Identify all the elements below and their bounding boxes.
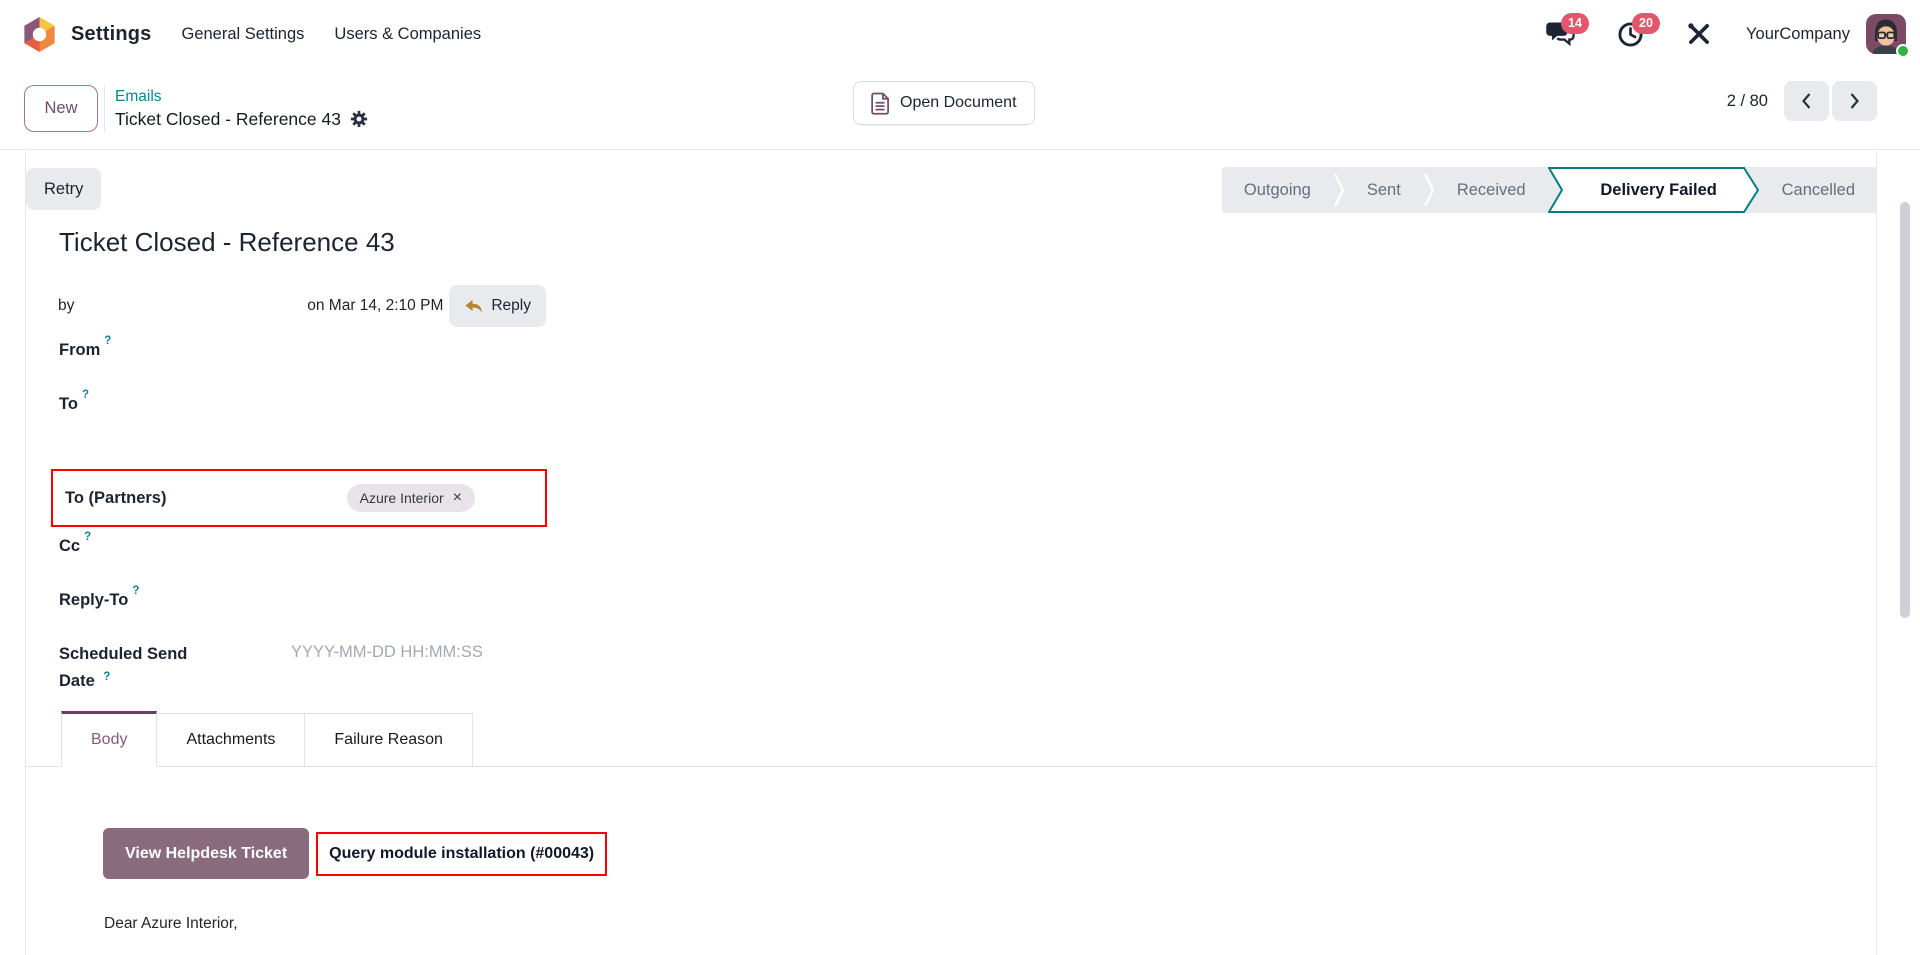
scheduled-send-label-line1: Scheduled Send <box>59 645 188 663</box>
tab-failure-reason[interactable]: Failure Reason <box>304 713 473 766</box>
activities-button[interactable]: 20 <box>1617 12 1660 48</box>
crossed-tools-icon <box>1686 21 1712 47</box>
subject-reference-highlight-box: Query module installation (#00043) <box>316 831 608 876</box>
menu-general-settings[interactable]: General Settings <box>182 25 305 44</box>
tab-attachments[interactable]: Attachments <box>156 713 306 766</box>
pager-value[interactable]: 2 / 80 <box>1727 92 1768 111</box>
message-date: on Mar 14, 2:10 PM <box>307 297 444 314</box>
help-icon[interactable]: ? <box>84 531 91 543</box>
stage-separator-icon <box>1333 173 1345 207</box>
online-status-dot <box>1896 44 1910 58</box>
breadcrumb-divider <box>104 84 105 133</box>
stage-sent[interactable]: Sent <box>1345 167 1423 213</box>
partner-tag-azure-interior[interactable]: Azure Interior × <box>346 484 475 512</box>
subject-reference-text: Query module installation (#00043) <box>329 844 595 862</box>
field-to[interactable]: To ? <box>59 389 89 414</box>
tab-body[interactable]: Body <box>61 711 158 767</box>
pager-previous-button[interactable] <box>1784 81 1829 121</box>
menu-users-companies[interactable]: Users & Companies <box>334 25 481 44</box>
partner-tag-label: Azure Interior <box>359 490 444 506</box>
control-panel: New Emails Ticket Closed - Reference 43 <box>0 68 1920 150</box>
help-icon[interactable]: ? <box>132 585 139 597</box>
odoo-logo-icon[interactable] <box>22 16 57 52</box>
field-from[interactable]: From ? <box>59 335 111 360</box>
vertical-scrollbar[interactable] <box>1900 202 1910 618</box>
breadcrumb-current-title: Ticket Closed - Reference 43 <box>115 108 341 129</box>
reply-to-label: Reply-To <box>59 591 129 609</box>
app-menu-settings[interactable]: Settings <box>71 23 152 46</box>
email-body-header: View Helpdesk Ticket Query module instal… <box>103 828 608 879</box>
stage-delivery-failed-label: Delivery Failed <box>1600 180 1717 199</box>
top-navbar: Settings General Settings Users & Compan… <box>0 0 1920 68</box>
odoo-settings-window: Settings General Settings Users & Compan… <box>0 0 1920 955</box>
breadcrumb-emails-link[interactable]: Emails <box>115 86 368 107</box>
reply-arrow-icon <box>464 298 483 315</box>
stage-cancelled[interactable]: Cancelled <box>1760 167 1877 213</box>
author-prefix: by <box>58 297 75 314</box>
help-icon[interactable]: ? <box>103 671 110 683</box>
new-button[interactable]: New <box>24 85 98 132</box>
cc-label: Cc <box>59 537 81 555</box>
notebook-tabs: Body Attachments Failure Reason <box>26 711 1876 767</box>
navbar-right: 14 20 YourCompany <box>1504 12 1910 58</box>
message-meta-row: by on Mar 14, 2:10 PM Reply <box>58 284 546 328</box>
stage-received[interactable]: Received <box>1435 167 1548 213</box>
help-icon[interactable]: ? <box>82 389 89 401</box>
to-partners-highlight-box: To (Partners) Azure Interior × <box>51 469 547 527</box>
reply-button-label: Reply <box>491 297 531 314</box>
retry-button[interactable]: Retry <box>26 168 102 210</box>
pager-next-button[interactable] <box>1832 81 1877 121</box>
view-helpdesk-ticket-button[interactable]: View Helpdesk Ticket <box>103 828 310 879</box>
stage-delivery-failed-active[interactable]: Delivery Failed <box>1547 167 1760 213</box>
stage-separator-icon <box>1423 173 1435 207</box>
help-icon[interactable]: ? <box>104 335 111 347</box>
breadcrumb: Emails Ticket Closed - Reference 43 <box>115 86 368 132</box>
form-sheet: Retry Outgoing Sent Received Delivery Fa… <box>25 151 1877 955</box>
scheduled-send-date-input[interactable] <box>291 643 571 662</box>
open-document-label: Open Document <box>900 94 1017 111</box>
activities-badge: 20 <box>1632 12 1660 34</box>
document-icon <box>871 92 890 115</box>
gear-icon[interactable] <box>350 110 368 128</box>
builder-tools-button[interactable] <box>1686 21 1712 47</box>
status-pipeline: Outgoing Sent Received Delivery Failed C… <box>1221 167 1877 213</box>
record-title: Ticket Closed - Reference 43 <box>59 227 395 257</box>
navbar-left: Settings General Settings Users & Compan… <box>22 16 481 52</box>
open-document-button[interactable]: Open Document <box>853 81 1035 125</box>
tag-remove-icon[interactable]: × <box>453 490 462 506</box>
to-partners-label: To (Partners) <box>65 488 167 507</box>
messages-badge: 14 <box>1561 13 1589 34</box>
reply-button[interactable]: Reply <box>449 285 546 327</box>
to-label: To <box>59 395 78 413</box>
email-greeting: Dear Azure Interior, <box>104 915 238 932</box>
field-reply-to[interactable]: Reply-To ? <box>59 585 139 610</box>
chevron-right-icon <box>1850 93 1859 109</box>
form-view: Retry Outgoing Sent Received Delivery Fa… <box>0 151 1920 955</box>
field-scheduled-send-date: Scheduled Send Date ? <box>59 641 259 696</box>
record-pager: 2 / 80 <box>1727 81 1877 121</box>
messages-button[interactable]: 14 <box>1546 13 1589 47</box>
from-label: From <box>59 341 101 359</box>
chevron-left-icon <box>1802 93 1811 109</box>
scheduled-send-label-line2: Date <box>59 672 95 690</box>
field-cc[interactable]: Cc ? <box>59 531 91 556</box>
stage-outgoing[interactable]: Outgoing <box>1222 167 1333 213</box>
company-switcher[interactable]: YourCompany <box>1746 25 1850 44</box>
user-avatar[interactable] <box>1866 14 1910 58</box>
